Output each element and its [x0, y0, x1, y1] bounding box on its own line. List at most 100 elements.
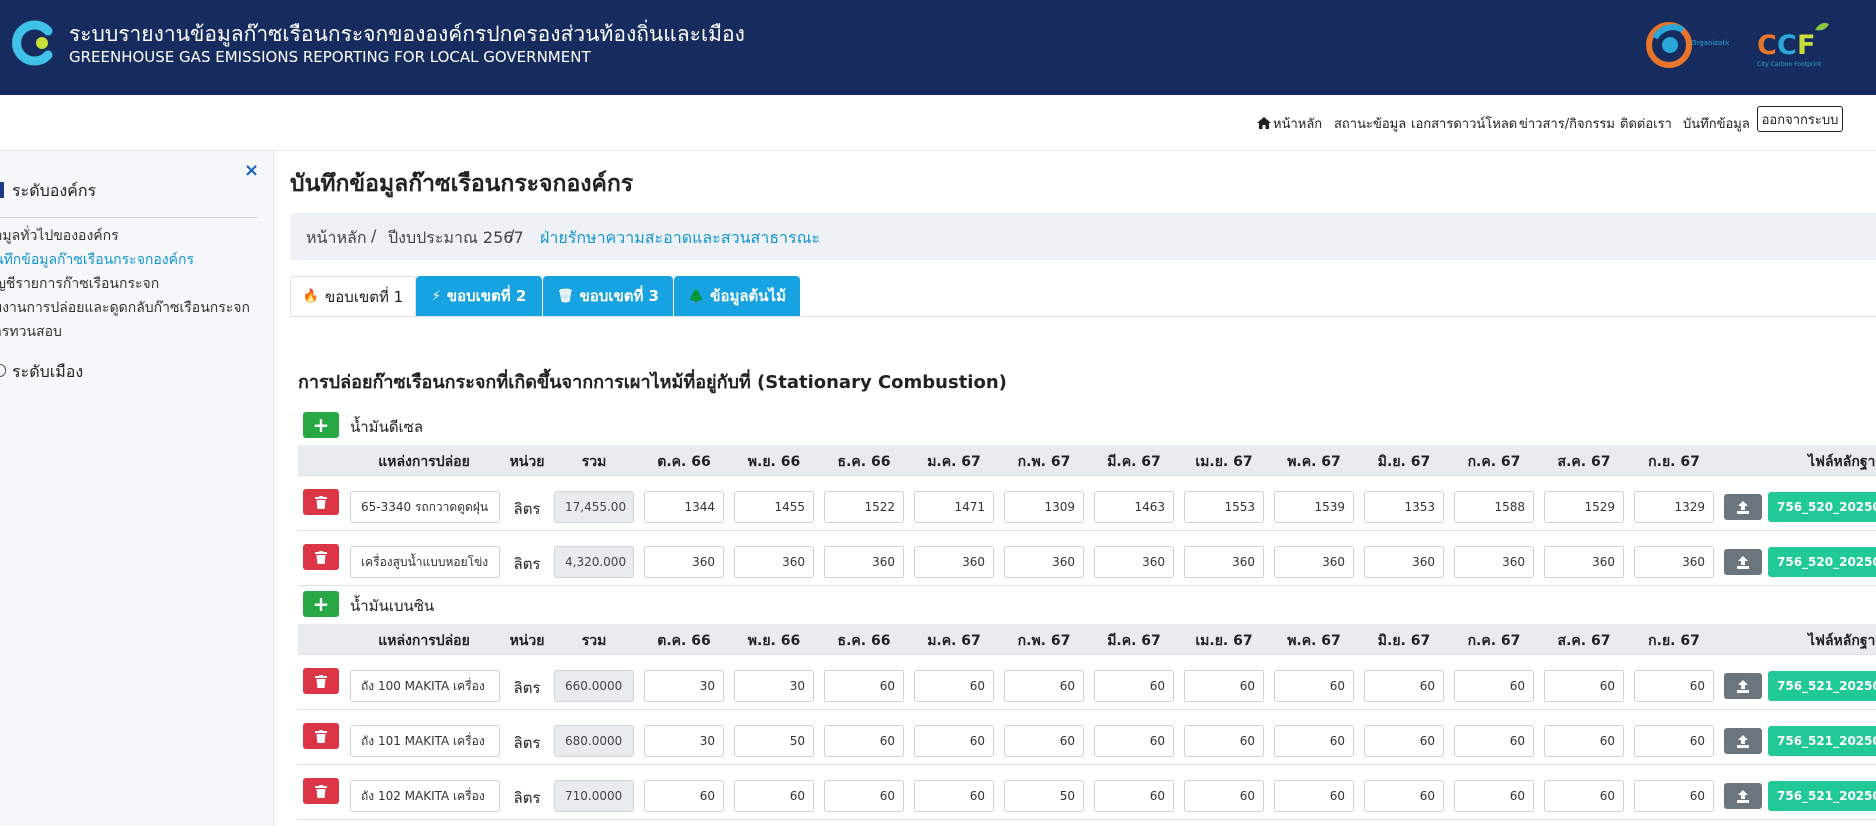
- delete-row-button[interactable]: [303, 723, 339, 749]
- breadcrumb-home[interactable]: หน้าหลัก: [306, 226, 367, 251]
- month-value-input[interactable]: 60: [1364, 670, 1444, 702]
- month-value-input[interactable]: 60: [1634, 780, 1714, 812]
- upload-button[interactable]: [1724, 783, 1762, 809]
- nav-news[interactable]: ข่าวสาร/กิจกรรม: [1519, 113, 1615, 134]
- month-value-input[interactable]: 1353: [1364, 491, 1444, 523]
- month-value-input[interactable]: 60: [1004, 670, 1084, 702]
- month-value-input[interactable]: 1344: [644, 491, 724, 523]
- month-value-input[interactable]: 60: [824, 670, 904, 702]
- evidence-file-button[interactable]: 756_521_2025042: [1768, 781, 1876, 811]
- nav-record[interactable]: บันทึกข้อมูล: [1683, 113, 1750, 134]
- month-value-input[interactable]: 1471: [914, 491, 994, 523]
- month-value-input[interactable]: 30: [734, 670, 814, 702]
- month-value-input[interactable]: 60: [824, 780, 904, 812]
- month-value-input[interactable]: 60: [1454, 670, 1534, 702]
- upload-button[interactable]: [1724, 728, 1762, 754]
- month-value-input[interactable]: 60: [1004, 725, 1084, 757]
- month-value-input[interactable]: 360: [1184, 546, 1264, 578]
- month-value-input[interactable]: 360: [1364, 546, 1444, 578]
- emission-source-input[interactable]: ถัง 100 MAKITA เครื่อง: [350, 670, 500, 702]
- evidence-file-button[interactable]: 756_521_2025042: [1768, 671, 1876, 701]
- month-value-input[interactable]: 360: [824, 546, 904, 578]
- month-value-input[interactable]: 60: [1094, 780, 1174, 812]
- month-value-input[interactable]: 60: [914, 670, 994, 702]
- month-value-input[interactable]: 60: [1274, 670, 1354, 702]
- month-value-input[interactable]: 360: [1094, 546, 1174, 578]
- month-value-input[interactable]: 1522: [824, 491, 904, 523]
- month-value-input[interactable]: 60: [1184, 670, 1264, 702]
- month-value-input[interactable]: 360: [1544, 546, 1624, 578]
- month-value-input[interactable]: 60: [1364, 725, 1444, 757]
- month-value-input[interactable]: 50: [734, 725, 814, 757]
- emission-source-input[interactable]: เครื่องสูบน้ำแบบหอยโข่ง: [350, 546, 500, 578]
- nav-home[interactable]: หน้าหลัก: [1257, 113, 1322, 134]
- emission-source-input[interactable]: ถัง 101 MAKITA เครื่อง: [350, 725, 500, 757]
- tab-scope-1[interactable]: 🔥 ขอบเขตที่ 1: [290, 276, 416, 316]
- delete-row-button[interactable]: [303, 668, 339, 694]
- nav-contact[interactable]: ติดต่อเรา: [1620, 113, 1672, 134]
- month-value-input[interactable]: 60: [1274, 725, 1354, 757]
- month-value-input[interactable]: 60: [1094, 725, 1174, 757]
- month-value-input[interactable]: 60: [1634, 670, 1714, 702]
- month-value-input[interactable]: 60: [1634, 725, 1714, 757]
- month-value-input[interactable]: 60: [914, 725, 994, 757]
- month-value-input[interactable]: 1455: [734, 491, 814, 523]
- sidebar-item-ghg-inventory[interactable]: ญชีรายการก๊าซเรือนกระจก: [0, 273, 159, 295]
- month-value-input[interactable]: 360: [1004, 546, 1084, 578]
- month-value-input[interactable]: 60: [1364, 780, 1444, 812]
- month-value-input[interactable]: 60: [734, 780, 814, 812]
- month-value-input[interactable]: 1539: [1274, 491, 1354, 523]
- delete-row-button[interactable]: [303, 489, 339, 515]
- month-value-input[interactable]: 360: [1634, 546, 1714, 578]
- upload-button[interactable]: [1724, 494, 1762, 520]
- month-value-input[interactable]: 1588: [1454, 491, 1534, 523]
- upload-button[interactable]: [1724, 673, 1762, 699]
- upload-button[interactable]: [1724, 549, 1762, 575]
- add-row-button[interactable]: +: [303, 412, 339, 438]
- delete-row-button[interactable]: [303, 544, 339, 570]
- month-value-input[interactable]: 30: [644, 670, 724, 702]
- emission-source-input[interactable]: ถัง 102 MAKITA เครื่อง: [350, 780, 500, 812]
- nav-status[interactable]: สถานะข้อมูล: [1334, 113, 1406, 134]
- tab-scope-2[interactable]: ⚡ ขอบเขตที่ 2: [416, 276, 542, 316]
- month-value-input[interactable]: 30: [644, 725, 724, 757]
- month-value-input[interactable]: 60: [1544, 670, 1624, 702]
- month-value-input[interactable]: 60: [1454, 780, 1534, 812]
- month-value-input[interactable]: 60: [1544, 780, 1624, 812]
- app-logo-icon[interactable]: [12, 19, 58, 67]
- sidebar-org-level[interactable]: ระดับองค์กร: [0, 179, 96, 204]
- tab-scope-3[interactable]: 🗑 ขอบเขตที่ 3: [543, 276, 673, 316]
- month-value-input[interactable]: 60: [914, 780, 994, 812]
- month-value-input[interactable]: 1329: [1634, 491, 1714, 523]
- evidence-file-button[interactable]: 756_520_2025042: [1768, 492, 1876, 522]
- month-value-input[interactable]: 60: [1184, 725, 1264, 757]
- sidebar-item-record-ghg[interactable]: นทึกข้อมูลก๊าซเรือนกระจกองค์กร: [0, 249, 194, 271]
- month-value-input[interactable]: 1553: [1184, 491, 1264, 523]
- month-value-input[interactable]: 50: [1004, 780, 1084, 812]
- sidebar-city-level[interactable]: ระดับเมือง: [0, 360, 83, 385]
- breadcrumb-fiscal-year[interactable]: ปีงบประมาณ 2567: [388, 226, 524, 251]
- sidebar-item-general-info[interactable]: อมูลทั่วไปขององค์กร: [0, 225, 119, 247]
- month-value-input[interactable]: 1309: [1004, 491, 1084, 523]
- evidence-file-button[interactable]: 756_521_2025042: [1768, 726, 1876, 756]
- month-value-input[interactable]: 360: [734, 546, 814, 578]
- month-value-input[interactable]: 1463: [1094, 491, 1174, 523]
- delete-row-button[interactable]: [303, 778, 339, 804]
- month-value-input[interactable]: 360: [1454, 546, 1534, 578]
- month-value-input[interactable]: 60: [824, 725, 904, 757]
- logout-button[interactable]: ออกจากระบบ: [1757, 106, 1843, 132]
- month-value-input[interactable]: 360: [914, 546, 994, 578]
- sidebar-item-verification[interactable]: ารทวนสอบ: [0, 321, 62, 343]
- month-value-input[interactable]: 1529: [1544, 491, 1624, 523]
- close-icon[interactable]: ×: [244, 160, 259, 181]
- add-row-button[interactable]: +: [303, 591, 339, 617]
- month-value-input[interactable]: 360: [1274, 546, 1354, 578]
- month-value-input[interactable]: 60: [644, 780, 724, 812]
- emission-source-input[interactable]: 65-3340 รถกวาดดูดฝุ่น: [350, 491, 500, 523]
- sidebar-item-emission-report[interactable]: ยงานการปล่อยและดูดกลับก๊าซเรือนกระจก: [0, 297, 250, 319]
- month-value-input[interactable]: 60: [1274, 780, 1354, 812]
- month-value-input[interactable]: 60: [1544, 725, 1624, 757]
- tab-tree-data[interactable]: 🌲 ข้อมูลต้นไม้: [674, 276, 800, 316]
- month-value-input[interactable]: 360: [644, 546, 724, 578]
- month-value-input[interactable]: 60: [1454, 725, 1534, 757]
